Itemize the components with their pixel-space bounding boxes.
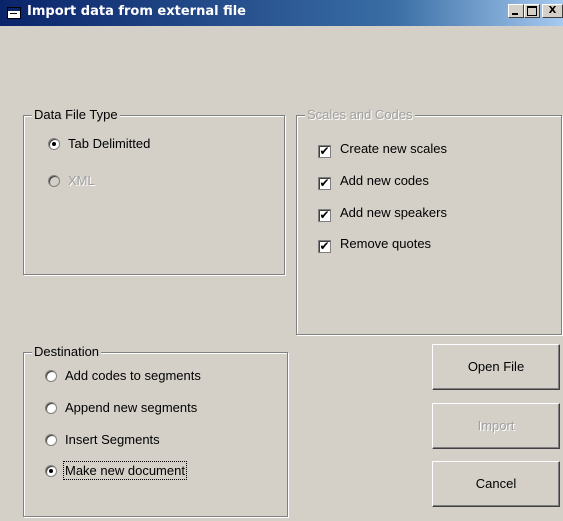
title-bar[interactable]: Import data from external file X bbox=[0, 0, 563, 26]
maximize-button[interactable] bbox=[524, 4, 540, 18]
window-title: Import data from external file bbox=[27, 4, 246, 19]
import-button[interactable]: Import bbox=[432, 403, 560, 449]
radio-indicator[interactable] bbox=[48, 138, 60, 150]
cancel-button[interactable]: Cancel bbox=[432, 461, 560, 507]
radio-label: Insert Segments bbox=[65, 432, 160, 447]
radio-indicator[interactable] bbox=[45, 434, 57, 446]
radio-indicator[interactable] bbox=[45, 370, 57, 382]
checkbox-indicator[interactable]: ✔ bbox=[318, 145, 331, 158]
checkbox-create-new-scales[interactable]: ✔ Create new scales bbox=[318, 141, 447, 158]
radio-make-new-document[interactable]: Make new document bbox=[45, 461, 187, 480]
radio-xml[interactable]: XML bbox=[48, 173, 95, 189]
scales-codes-legend: Scales and Codes bbox=[305, 107, 415, 123]
checkbox-label: Remove quotes bbox=[340, 236, 432, 251]
app-window-icon[interactable] bbox=[7, 7, 21, 19]
checkbox-label: Create new scales bbox=[340, 141, 447, 156]
radio-label: XML bbox=[68, 173, 95, 188]
checkbox-add-new-codes[interactable]: ✔ Add new codes bbox=[318, 173, 429, 190]
checkbox-label: Add new speakers bbox=[340, 205, 447, 220]
radio-append-new-segments[interactable]: Append new segments bbox=[45, 400, 197, 416]
radio-tab-delimited[interactable]: Tab Delimitted bbox=[48, 136, 150, 152]
radio-label: Add codes to segments bbox=[65, 368, 201, 383]
data-file-type-legend: Data File Type bbox=[32, 107, 120, 123]
radio-indicator[interactable] bbox=[48, 175, 60, 187]
scales-codes-group: Scales and Codes ✔ Create new scales ✔ Add… bbox=[296, 107, 562, 335]
destination-legend: Destination bbox=[32, 344, 102, 360]
destination-group: Destination Add codes to segments Append… bbox=[23, 344, 288, 517]
checkbox-indicator[interactable]: ✔ bbox=[318, 209, 331, 222]
checkbox-indicator[interactable]: ✔ bbox=[318, 177, 331, 190]
data-file-type-group: Data File Type Tab Delimitted XML bbox=[23, 107, 285, 275]
radio-indicator[interactable] bbox=[45, 465, 57, 477]
checkbox-indicator[interactable]: ✔ bbox=[318, 240, 331, 253]
checkbox-remove-quotes[interactable]: ✔ Remove quotes bbox=[318, 236, 431, 253]
close-button[interactable]: X bbox=[542, 4, 563, 18]
radio-label: Make new document bbox=[63, 461, 187, 480]
minimize-button[interactable] bbox=[508, 4, 524, 18]
checkbox-label: Add new codes bbox=[340, 173, 429, 188]
open-file-button[interactable]: Open File bbox=[432, 344, 560, 390]
radio-label: Tab Delimitted bbox=[68, 136, 151, 151]
checkbox-add-new-speakers[interactable]: ✔ Add new speakers bbox=[318, 205, 447, 222]
radio-label: Append new segments bbox=[65, 400, 198, 415]
radio-indicator[interactable] bbox=[45, 402, 57, 414]
radio-insert-segments[interactable]: Insert Segments bbox=[45, 432, 160, 448]
radio-add-codes-to-segments[interactable]: Add codes to segments bbox=[45, 368, 201, 384]
